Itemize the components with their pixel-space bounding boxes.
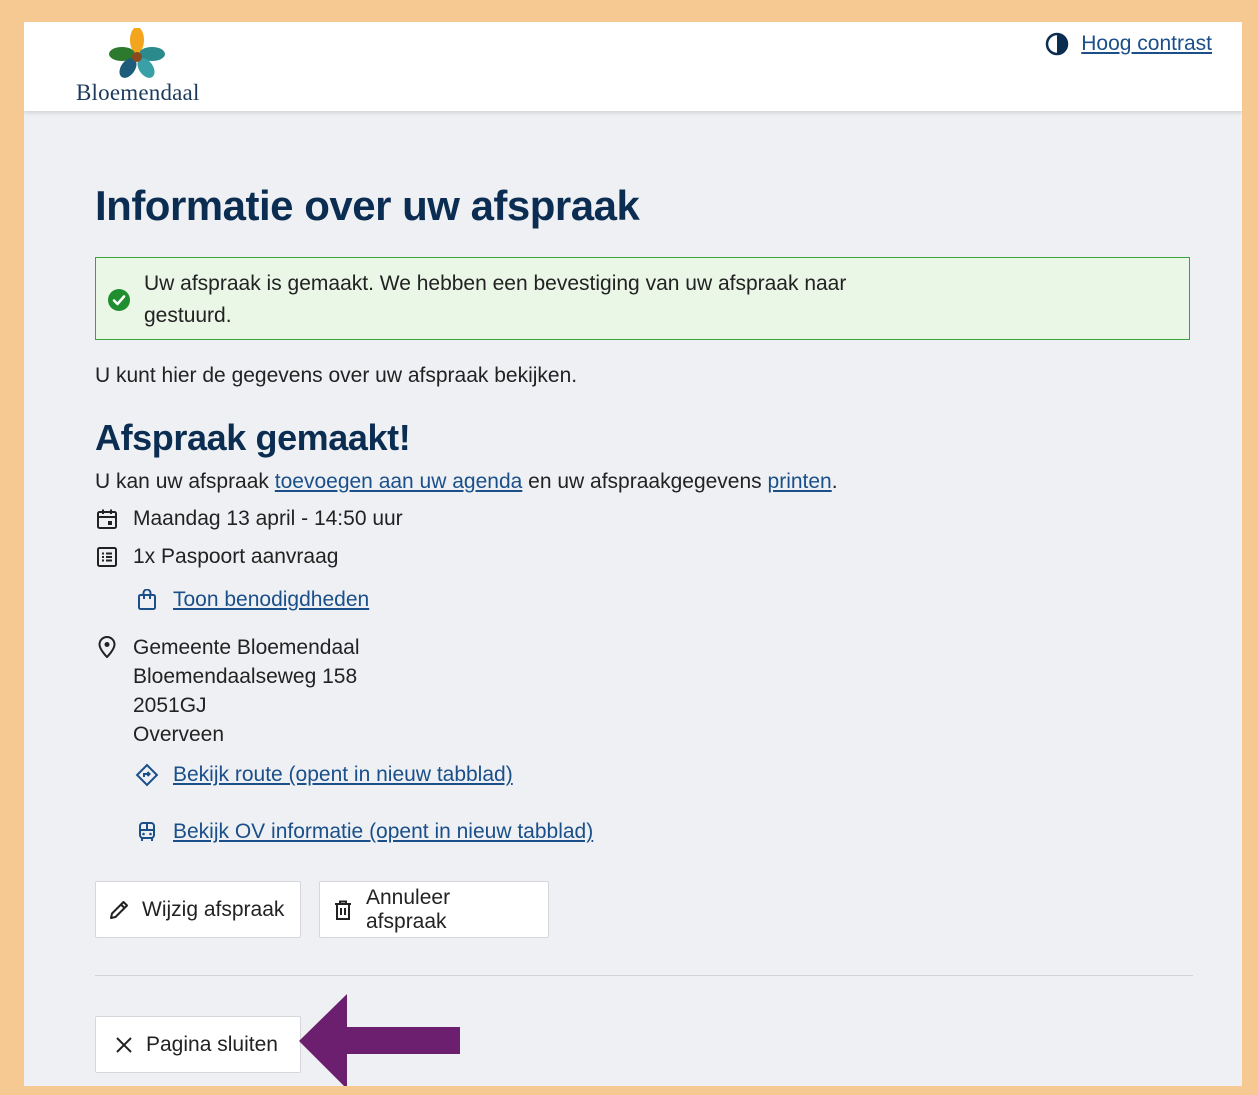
location-address: Gemeente Bloemendaal Bloemendaalseweg 15… (133, 633, 359, 749)
logo-text: Bloemendaal (76, 80, 200, 105)
flower-logo-icon (109, 28, 165, 78)
location-postcode: 2051GJ (133, 694, 207, 717)
agenda-suffix: . (831, 470, 838, 493)
close-button-label: Pagina sluiten (146, 1032, 278, 1056)
success-alert: Uw afspraak is gemaakt. We hebben een be… (95, 257, 1190, 340)
list-icon (95, 545, 119, 569)
location-city: Overveen (133, 723, 225, 746)
close-page-button[interactable]: Pagina sluiten (95, 1016, 301, 1073)
add-to-calendar-link[interactable]: toevoegen aan uw agenda (275, 470, 523, 493)
confirmation-heading: Afspraak gemaakt! (95, 417, 411, 458)
page: Bloemendaal Hoog contrast Informatie ove… (24, 22, 1242, 1086)
agenda-sentence: U kan uw afspraak toevoegen aan uw agend… (95, 470, 838, 494)
route-link[interactable]: Bekijk route (opent in nieuw tabblad) (173, 763, 513, 787)
contrast-icon (1046, 32, 1069, 56)
intro-text: U kunt hier de gegevens over uw afspraak… (95, 364, 578, 387)
agenda-middle: en uw afspraakgegevens (528, 470, 762, 493)
logo[interactable]: Bloemendaal (76, 28, 206, 108)
annotation-arrow-icon (299, 994, 460, 1086)
close-icon (114, 1035, 134, 1055)
check-circle-icon (108, 289, 130, 311)
product-text: 1x Paspoort aanvraag (133, 545, 339, 568)
divider (95, 975, 1193, 976)
cancel-appointment-button[interactable]: Annuleer afspraak (319, 881, 549, 938)
map-pin-icon (95, 635, 119, 659)
location-pin-row (95, 635, 133, 659)
route-icon (135, 763, 159, 787)
appointment-datetime: Maandag 13 april - 14:50 uur (95, 507, 403, 531)
bag-icon (135, 588, 159, 612)
edit-appointment-button[interactable]: Wijzig afspraak (95, 881, 301, 938)
location-street: Bloemendaalseweg 158 (133, 665, 358, 688)
main-content: Informatie over uw afspraak Uw afspraak … (95, 182, 1193, 1073)
success-message: Uw afspraak is gemaakt. We hebben een be… (144, 272, 847, 327)
requirements-link[interactable]: Toon benodigdheden (173, 588, 369, 612)
edit-button-label: Wijzig afspraak (142, 897, 285, 921)
ov-info-link[interactable]: Bekijk OV informatie (opent in nieuw tab… (173, 820, 593, 844)
pencil-icon (108, 899, 130, 921)
page-title: Informatie over uw afspraak (95, 182, 640, 229)
cancel-button-label: Annuleer afspraak (366, 885, 451, 933)
calendar-icon (95, 507, 119, 531)
bus-icon (135, 820, 159, 844)
ov-row[interactable]: Bekijk OV informatie (opent in nieuw tab… (135, 820, 593, 844)
route-row[interactable]: Bekijk route (opent in nieuw tabblad) (135, 763, 513, 787)
site-header: Bloemendaal Hoog contrast (24, 22, 1242, 111)
requirements-row[interactable]: Toon benodigdheden (135, 588, 369, 612)
appointment-product: 1x Paspoort aanvraag (95, 545, 338, 569)
high-contrast-toggle[interactable]: Hoog contrast (1045, 32, 1212, 56)
agenda-prefix: U kan uw afspraak (95, 470, 269, 493)
trash-icon (332, 899, 354, 921)
high-contrast-link[interactable]: Hoog contrast (1081, 32, 1212, 56)
location-name: Gemeente Bloemendaal (133, 636, 360, 659)
print-link[interactable]: printen (768, 470, 832, 493)
datetime-text: Maandag 13 april - 14:50 uur (133, 507, 403, 530)
